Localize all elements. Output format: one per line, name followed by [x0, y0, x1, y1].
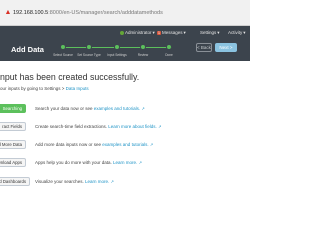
user-status-icon: [120, 30, 124, 35]
next-button[interactable]: Next >: [215, 43, 237, 52]
external-link-icon: ↗: [110, 179, 114, 184]
external-link-icon: ↗: [149, 142, 154, 147]
subline-text: our inputs by going to Settings >: [0, 86, 66, 91]
user-menu-label: Administrator: [125, 30, 152, 35]
splunk-top-nav: Administrator ▾ 1 Messages ▾ Settings ▾ …: [0, 26, 250, 38]
download-apps-button[interactable]: wnload Apps: [0, 158, 26, 167]
address-bar[interactable]: ▲ 192.168.100.5:8000/en-US/manager/searc…: [3, 4, 247, 21]
messages-menu-label: Messages: [161, 30, 183, 35]
learn-about-fields-link[interactable]: Learn more about fields.: [108, 124, 157, 129]
messages-count-badge: 1: [157, 30, 161, 35]
page-title: Add Data: [11, 45, 44, 54]
success-headline: nput has been created successfully.: [0, 72, 140, 82]
build-dashboards-button[interactable]: d Dashboards: [0, 177, 30, 186]
external-link-icon: ↗: [141, 106, 145, 111]
browser-toolbar: ▲ 192.168.100.5:8000/en-US/manager/searc…: [0, 0, 250, 26]
wizard-step-dot: [140, 44, 146, 50]
examples-tutorials-link[interactable]: examples and tutorials.: [94, 106, 140, 111]
chevron-down-icon: ▾: [152, 29, 155, 35]
back-button[interactable]: < Back: [196, 43, 212, 52]
wizard-step-label: Set Source Type: [77, 53, 101, 57]
data-inputs-link[interactable]: Data Inputs: [66, 86, 89, 91]
action-desc-text: Create search-time field extractions.: [35, 124, 109, 129]
chevron-down-icon: ▾: [243, 29, 246, 35]
user-menu[interactable]: Administrator ▾: [120, 30, 155, 36]
settings-menu[interactable]: Settings ▾: [200, 30, 220, 36]
learn-more-link[interactable]: Learn more.: [113, 160, 137, 165]
action-desc-text: Add more data inputs now or see: [35, 142, 103, 147]
not-secure-icon: ▲: [4, 9, 12, 16]
wizard-step-label: Review: [137, 53, 149, 57]
settings-menu-label: Settings: [200, 30, 217, 35]
external-link-icon: ↗: [158, 124, 162, 129]
start-searching-button[interactable]: Searching: [0, 104, 26, 113]
start-searching-description: Search your data now or see examples and…: [35, 106, 145, 111]
extract-fields-button[interactable]: ract Fields: [0, 122, 26, 131]
wizard-step-label: Select Source: [53, 53, 73, 57]
messages-menu[interactable]: 1 Messages ▾: [157, 30, 186, 36]
external-link-icon: ↗: [138, 160, 142, 165]
wizard-step-dot: [60, 44, 66, 50]
url-text[interactable]: 192.168.100.5:8000/en-US/manager/search/…: [13, 10, 163, 16]
wizard-step-dot: [166, 44, 172, 50]
extract-fields-description: Create search-time field extractions. Le…: [35, 124, 161, 129]
wizard-step-dot: [114, 44, 120, 50]
add-data-wizard-bar: Add Data Select Source Set Source Type I…: [0, 38, 250, 61]
wizard-step-label: Done: [165, 53, 173, 57]
action-desc-text: Visualize your searches.: [35, 179, 85, 184]
action-desc-text: Apps help you do more with your data.: [35, 160, 114, 165]
build-dashboards-description: Visualize your searches. Learn more. ↗: [35, 179, 114, 184]
wizard-step-dot: [86, 44, 92, 50]
add-more-data-button[interactable]: d More Data: [0, 140, 26, 149]
activity-menu[interactable]: Activity ▾: [228, 30, 246, 36]
url-path: :8000/en-US/manager/search/adddatamethod…: [48, 9, 163, 16]
url-host: 192.168.100.5: [13, 9, 49, 16]
download-apps-description: Apps help you do more with your data. Le…: [35, 160, 142, 165]
add-more-data-description: Add more data inputs now or see examples…: [35, 142, 153, 147]
chevron-down-icon: ▾: [183, 29, 186, 35]
wizard-step-label: Input Settings: [107, 53, 127, 57]
success-subline: our inputs by going to Settings > Data I…: [0, 86, 89, 91]
learn-more-link[interactable]: Learn more.: [85, 179, 109, 184]
activity-menu-label: Activity: [228, 30, 243, 35]
examples-tutorials-link[interactable]: examples and tutorials.: [102, 142, 148, 147]
chevron-down-icon: ▾: [217, 29, 220, 35]
action-desc-text: Search your data now or see: [35, 106, 94, 111]
